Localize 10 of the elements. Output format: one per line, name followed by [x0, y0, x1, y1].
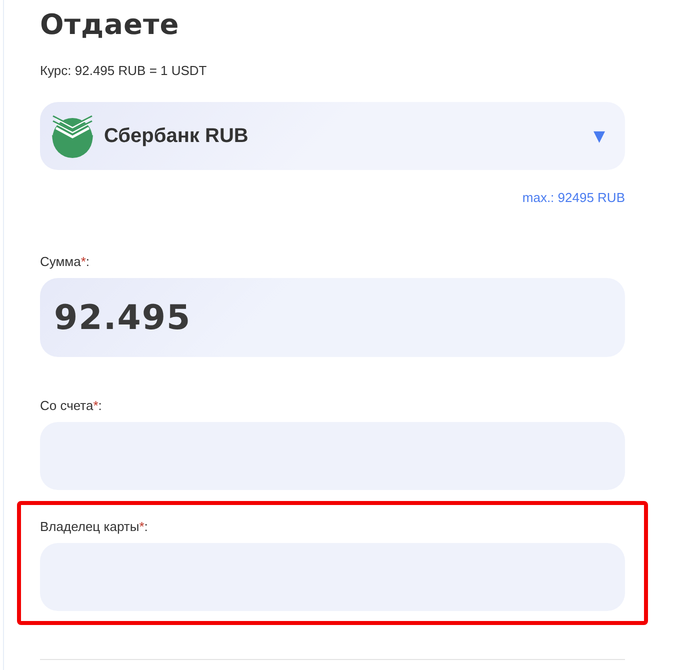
section-title: Отдаете [40, 8, 180, 41]
field-label: Со счета*: [40, 398, 103, 413]
amount-field[interactable]: 92.495 [40, 278, 625, 357]
max-amount: max.: 92495 RUB [522, 190, 625, 205]
field-label: Сумма*: [40, 254, 91, 269]
bank-select[interactable]: Сбербанк RUB ▼ [40, 102, 625, 170]
caret-icon: ▼ [593, 127, 605, 145]
field-label: Владелец карты*: [40, 519, 149, 534]
exchange-rate: Курс: 92.495 RUB = 1 USDT [40, 63, 208, 78]
bank-logo-icon [50, 114, 95, 158]
